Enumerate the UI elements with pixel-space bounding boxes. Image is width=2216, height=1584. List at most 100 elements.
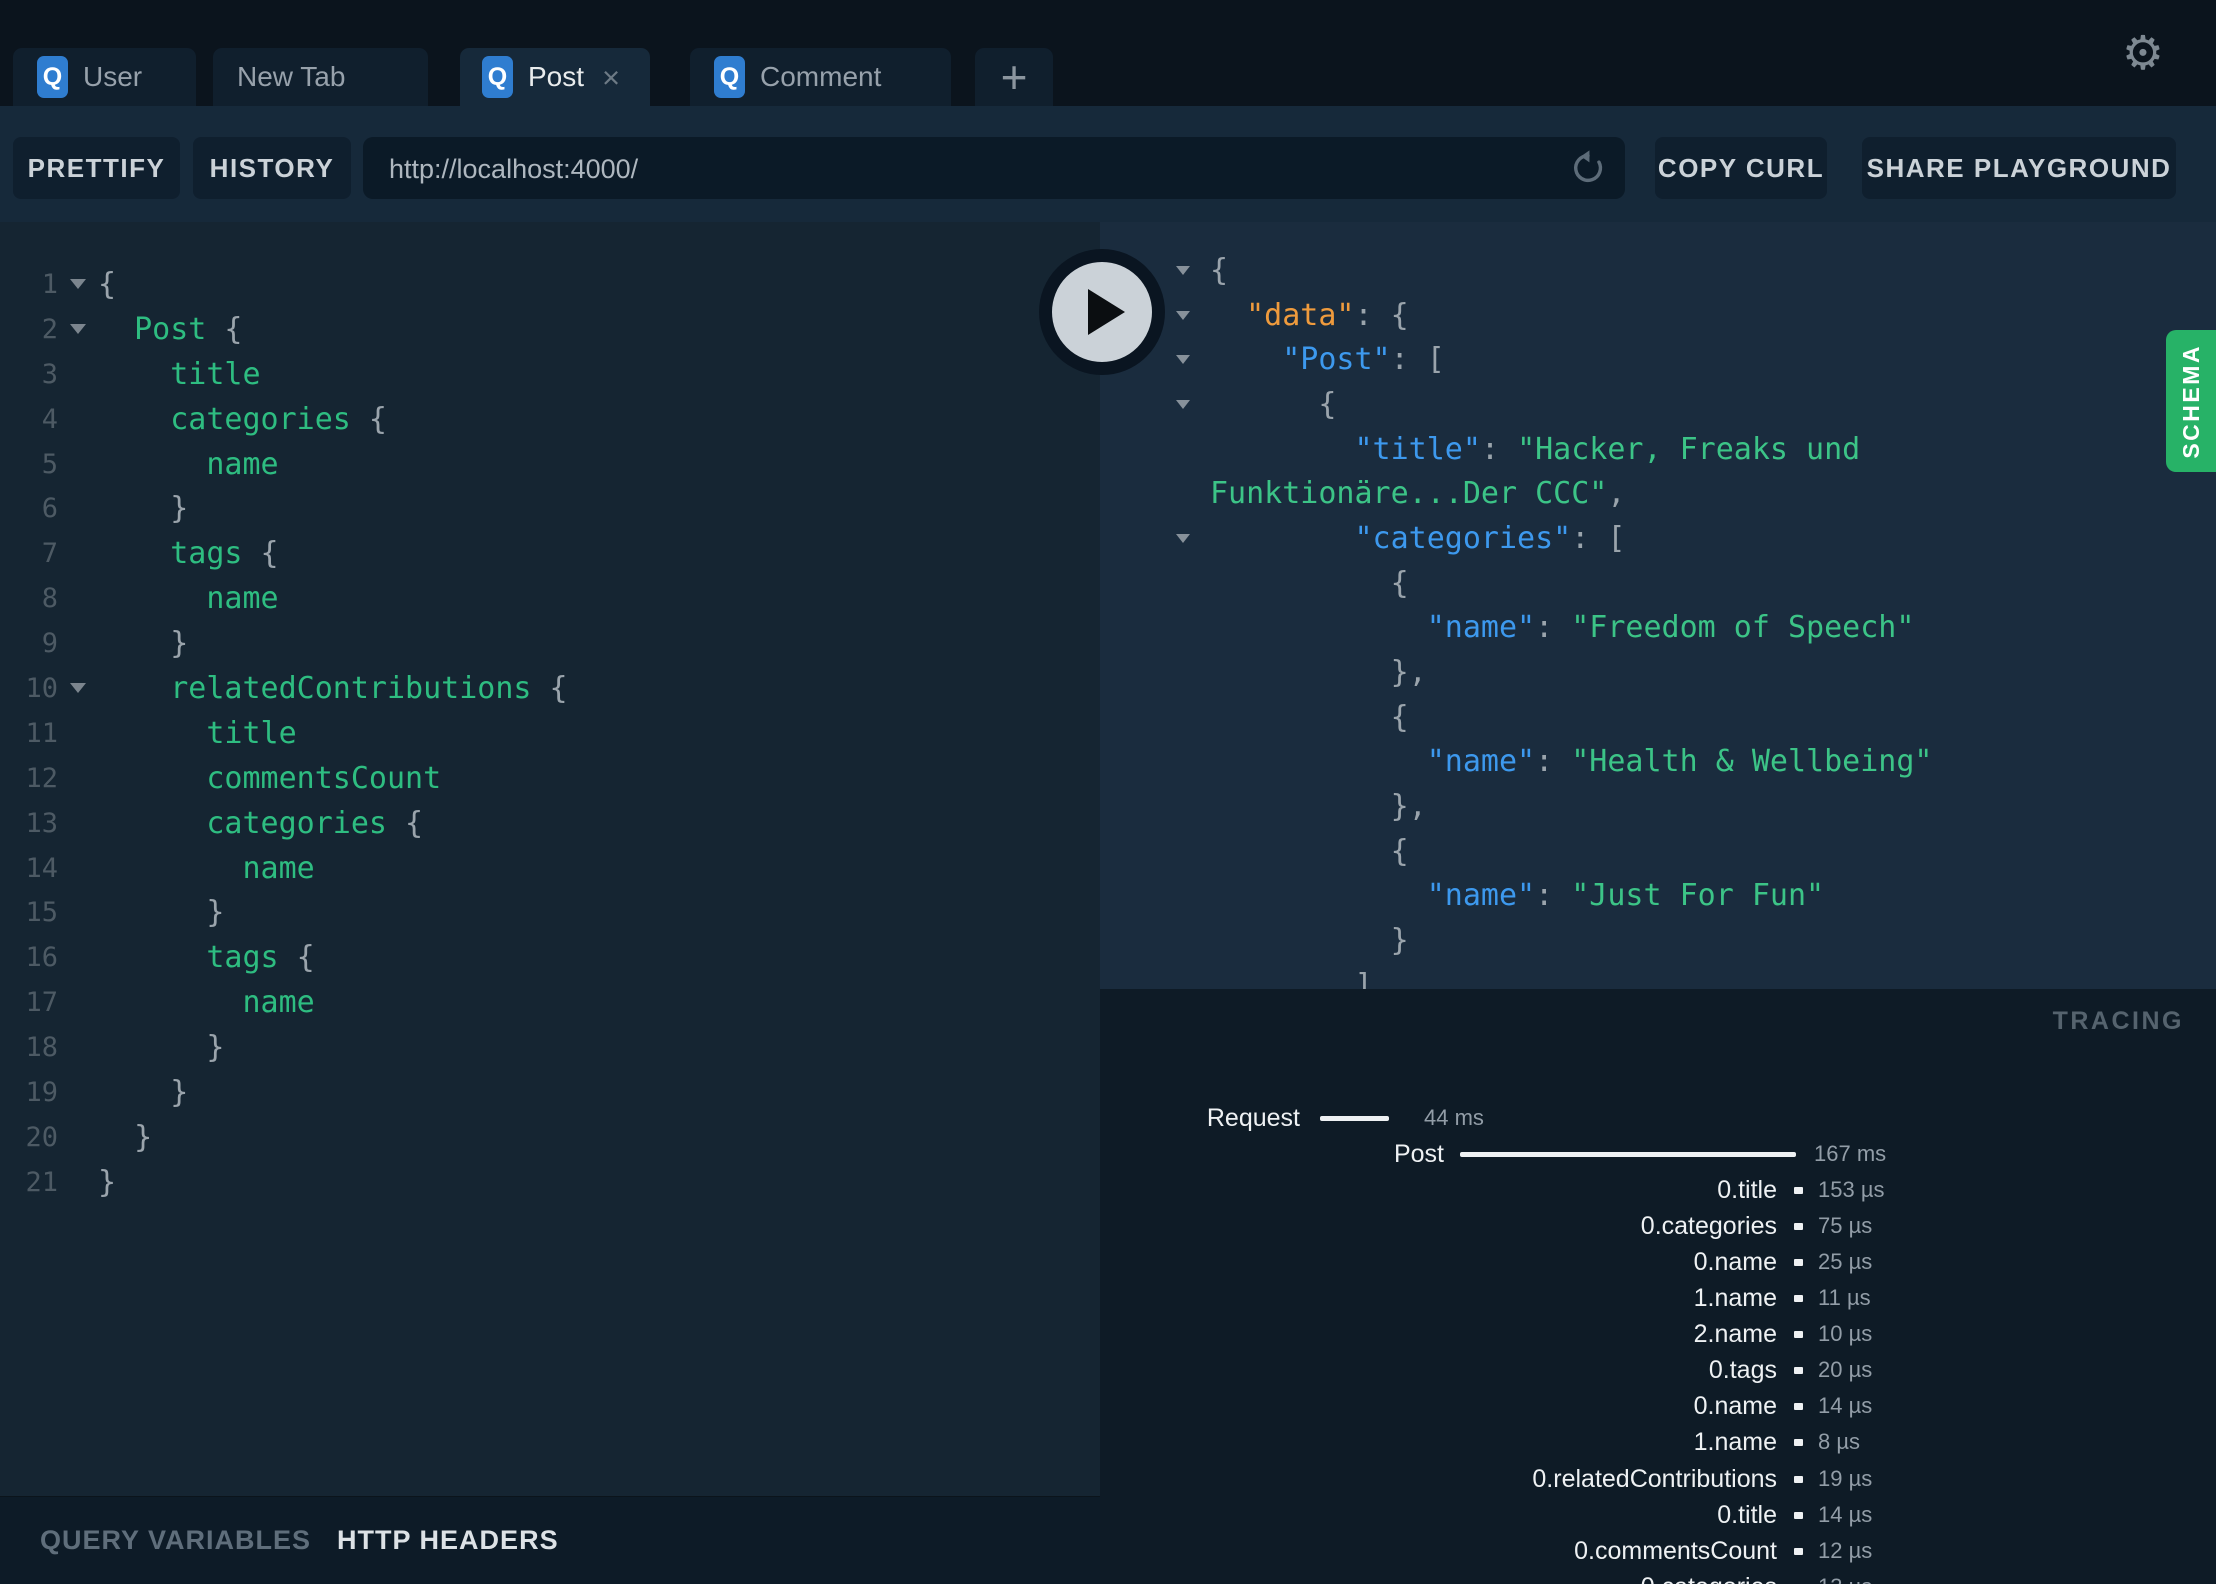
tracing-row: 0.categories 13 µs bbox=[1100, 1570, 2216, 1584]
response-line: "data": { bbox=[1100, 293, 2216, 338]
prettify-button[interactable]: PRETTIFY bbox=[13, 137, 180, 199]
response-line: "Post": [ bbox=[1100, 337, 2216, 382]
response-line: "name": "Just For Fun" bbox=[1100, 874, 2216, 919]
code-text: categories { bbox=[206, 805, 424, 841]
endpoint-url-bar bbox=[363, 137, 1625, 201]
code-text: relatedContributions { bbox=[170, 670, 568, 706]
fold-arrow-icon[interactable] bbox=[1176, 355, 1210, 365]
response-line: "title": "Hacker, Freaks und bbox=[1100, 427, 2216, 472]
line-number: 13 bbox=[25, 807, 58, 839]
tracing-row-label: Post bbox=[1393, 1140, 1444, 1169]
fold-arrow-icon[interactable] bbox=[1176, 265, 1210, 275]
editor-line: 19 } bbox=[0, 1070, 1100, 1115]
tab-user[interactable]: Q User bbox=[13, 48, 196, 106]
query-editor[interactable]: 1{2 Post {3 title 4 categories {5 name 6 }… bbox=[0, 222, 1100, 1497]
fold-arrow-icon[interactable] bbox=[58, 324, 98, 335]
line-number: 5 bbox=[41, 448, 58, 480]
code-text: { bbox=[98, 266, 117, 302]
response-line: { bbox=[1100, 829, 2216, 874]
tracing-row-label: 0.name bbox=[1693, 1248, 1777, 1277]
tracing-row: 0.name 14 µs bbox=[1100, 1389, 2216, 1423]
fold-arrow-icon[interactable] bbox=[58, 683, 98, 694]
code-text: ] bbox=[1210, 967, 1373, 989]
line-number: 3 bbox=[41, 358, 58, 390]
tracing-row-duration: 8 µs bbox=[1818, 1429, 1861, 1455]
line-number: 2 bbox=[41, 313, 58, 345]
editor-line: 3 title bbox=[0, 352, 1100, 397]
add-tab-button[interactable]: + bbox=[975, 48, 1053, 106]
tab-label: Comment bbox=[760, 61, 882, 92]
tab-comment[interactable]: Q Comment bbox=[690, 48, 951, 106]
code-text: { bbox=[1210, 386, 1337, 422]
fold-arrow-icon[interactable] bbox=[1176, 533, 1210, 543]
editor-line: 5 name bbox=[0, 442, 1100, 487]
code-text: commentsCount bbox=[206, 760, 442, 796]
tracing-row-label: 1.name bbox=[1693, 1284, 1777, 1313]
tracing-row: 0.name 25 µs bbox=[1100, 1245, 2216, 1279]
execute-query-button[interactable] bbox=[1039, 249, 1165, 375]
tab-post[interactable]: Q Post × bbox=[460, 48, 650, 106]
copy-curl-button[interactable]: COPY CURL bbox=[1655, 137, 1827, 199]
fold-arrow-icon[interactable] bbox=[58, 279, 98, 290]
response-line: Funktionäre...Der CCC", bbox=[1100, 471, 2216, 516]
tracing-row-label: 0.title bbox=[1717, 1176, 1777, 1205]
history-button[interactable]: HISTORY bbox=[193, 137, 351, 199]
duration-dot bbox=[1794, 1403, 1803, 1411]
tracing-row: 0.title 14 µs bbox=[1100, 1498, 2216, 1532]
editor-line: 9 } bbox=[0, 621, 1100, 666]
tracing-row-duration: 12 µs bbox=[1818, 1537, 1873, 1563]
line-number: 6 bbox=[41, 493, 58, 525]
duration-dot bbox=[1794, 1331, 1803, 1339]
line-number: 19 bbox=[25, 1076, 58, 1108]
code-text: tags { bbox=[206, 940, 315, 976]
duration-bar bbox=[1460, 1152, 1796, 1158]
code-text: }, bbox=[1210, 789, 1427, 825]
editor-line: 11 title bbox=[0, 711, 1100, 756]
http-headers-toggle[interactable]: HTTP HEADERS bbox=[337, 1525, 559, 1556]
tab-label: User bbox=[83, 61, 143, 92]
line-number: 17 bbox=[25, 987, 58, 1019]
code-text: "name": "Freedom of Speech" bbox=[1426, 610, 1915, 646]
settings-gear-icon[interactable]: ⚙ bbox=[2122, 26, 2164, 81]
endpoint-url-input[interactable] bbox=[387, 137, 1541, 201]
tracing-row-duration: 14 µs bbox=[1818, 1393, 1873, 1419]
code-text: name bbox=[206, 446, 279, 482]
line-number: 18 bbox=[25, 1032, 58, 1064]
code-text: name bbox=[206, 581, 279, 617]
response-pane: { "data": { "Post": [ { "title": "Hacker… bbox=[1100, 222, 2216, 989]
share-playground-button[interactable]: SHARE PLAYGROUND bbox=[1862, 137, 2176, 199]
response-line: { bbox=[1100, 382, 2216, 427]
tracing-row-label: 0.tags bbox=[1708, 1356, 1777, 1385]
line-number: 1 bbox=[41, 268, 58, 300]
code-text: "name": "Just For Fun" bbox=[1426, 878, 1825, 914]
duration-dot bbox=[1794, 1475, 1803, 1483]
tracing-row-duration: 11 µs bbox=[1818, 1285, 1871, 1311]
response-line: "name": "Health & Wellbeing" bbox=[1100, 740, 2216, 785]
duration-dot bbox=[1794, 1547, 1803, 1555]
code-text: } bbox=[1210, 923, 1409, 959]
line-number: 11 bbox=[25, 717, 58, 749]
close-tab-icon[interactable]: × bbox=[602, 62, 620, 93]
toolbar: PRETTIFY HISTORY COPY CURL SHARE PLAYGRO… bbox=[0, 106, 2216, 222]
editor-line: 8 name bbox=[0, 576, 1100, 621]
tab-new-tab[interactable]: New Tab bbox=[213, 48, 428, 106]
tracing-row-duration: 10 µs bbox=[1818, 1321, 1873, 1347]
schema-side-tab[interactable]: SCHEMA bbox=[2166, 330, 2216, 472]
code-text: title bbox=[206, 715, 297, 751]
fold-arrow-icon[interactable] bbox=[1176, 399, 1210, 409]
editor-line: 12 commentsCount bbox=[0, 756, 1100, 801]
tracing-row-duration: 75 µs bbox=[1818, 1213, 1873, 1239]
duration-dot bbox=[1794, 1367, 1803, 1375]
code-text: name bbox=[242, 985, 315, 1021]
reload-schema-icon[interactable] bbox=[1569, 149, 1607, 187]
editor-line: 6 } bbox=[0, 486, 1100, 531]
play-icon bbox=[1088, 289, 1125, 335]
code-text: title bbox=[170, 356, 261, 392]
query-variables-toggle[interactable]: QUERY VARIABLES bbox=[40, 1525, 311, 1556]
tracing-row: 0.title 153 µs bbox=[1100, 1173, 2216, 1207]
editor-line: 4 categories { bbox=[0, 397, 1100, 442]
editor-line: 10 relatedContributions { bbox=[0, 666, 1100, 711]
code-text: tags { bbox=[170, 536, 279, 572]
schema-side-tab-label: SCHEMA bbox=[2177, 343, 2204, 459]
fold-arrow-icon[interactable] bbox=[1176, 310, 1210, 320]
